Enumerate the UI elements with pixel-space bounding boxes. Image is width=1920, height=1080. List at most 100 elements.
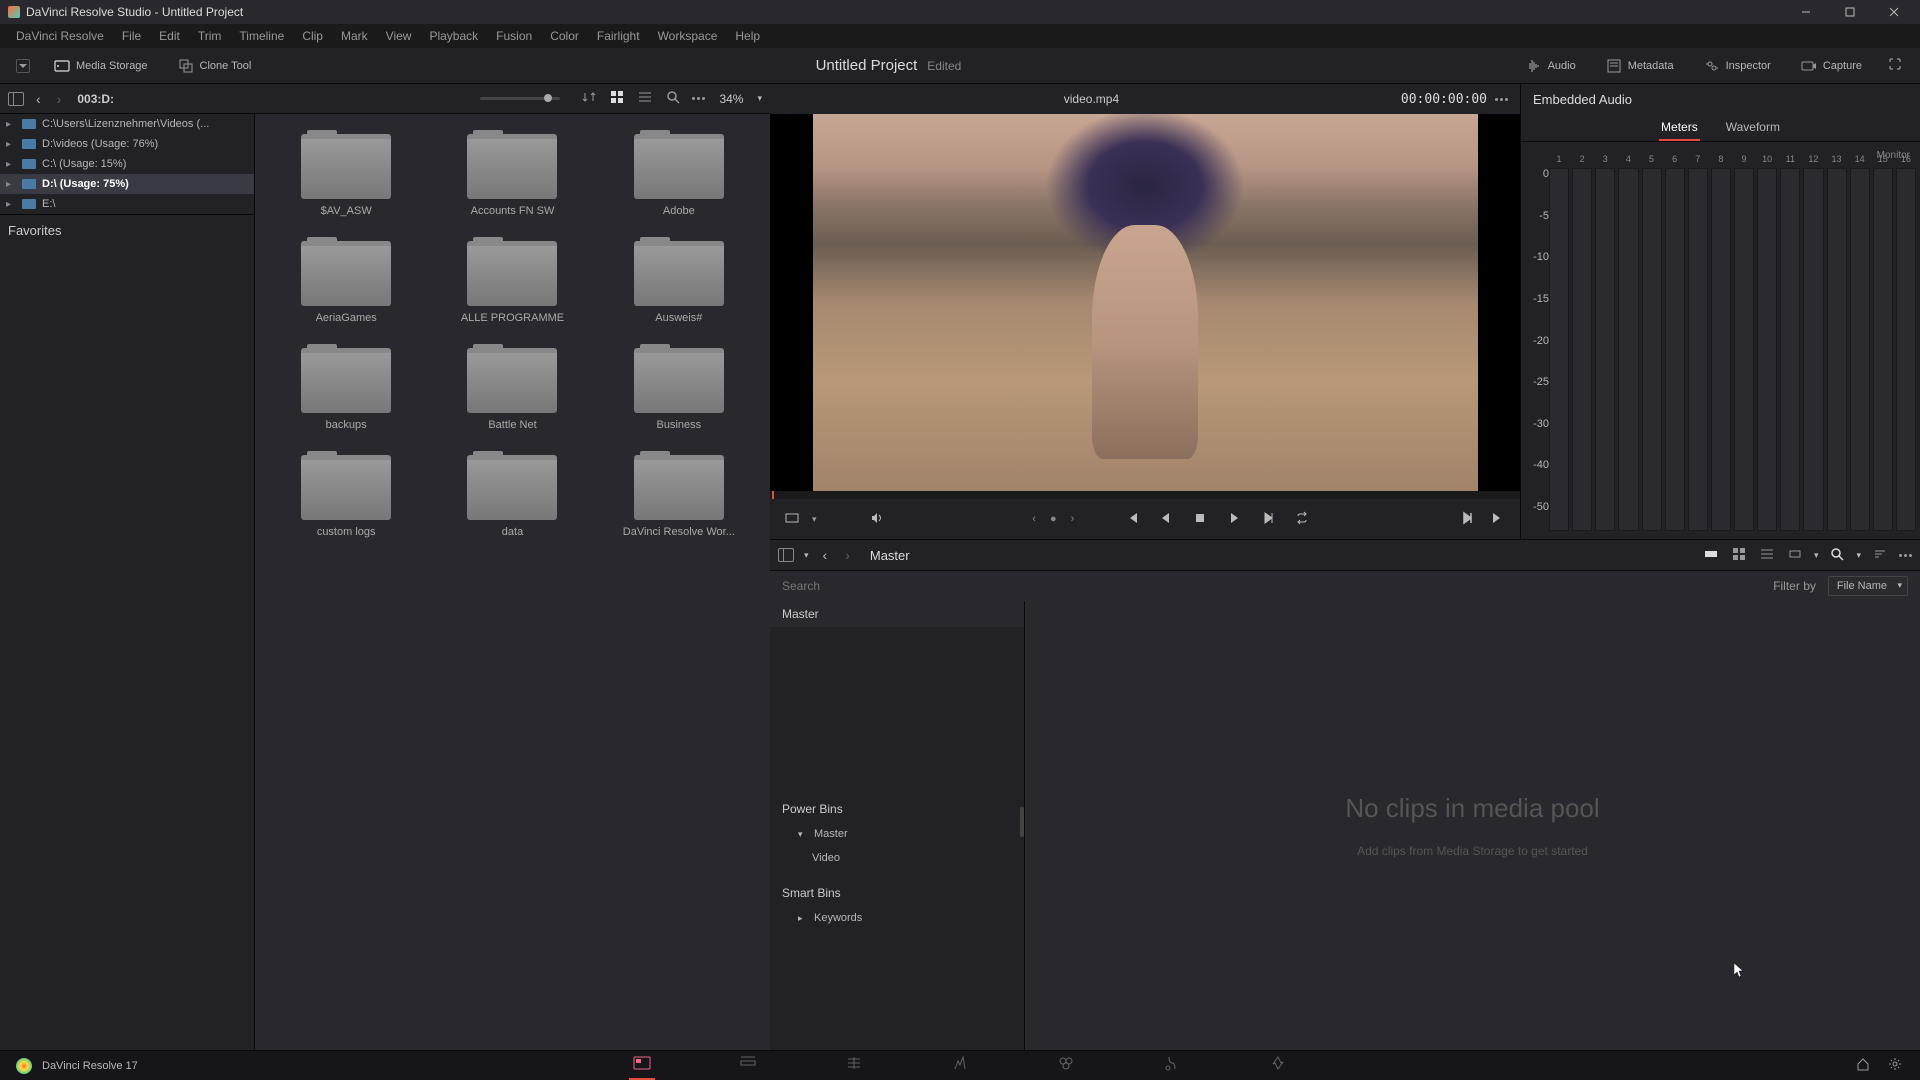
loop-button[interactable] (1292, 508, 1312, 531)
mark-in-out-button[interactable] (782, 508, 802, 531)
pool-sort-icon[interactable] (1871, 545, 1889, 566)
folder-item[interactable]: backups (267, 340, 425, 439)
menu-fusion[interactable]: Fusion (488, 26, 540, 46)
menu-workspace[interactable]: Workspace (650, 26, 726, 46)
folder-item[interactable]: Ausweis# (600, 233, 758, 332)
folder-item[interactable]: AeriaGames (267, 233, 425, 332)
workspace-layout-dropdown[interactable] (16, 59, 30, 73)
clone-tool-button[interactable]: Clone Tool (172, 54, 258, 78)
inspector-button[interactable]: Inspector (1698, 54, 1777, 78)
menu-davinci-resolve[interactable]: DaVinci Resolve (8, 26, 112, 46)
folder-item[interactable]: custom logs (267, 447, 425, 546)
pool-aspect-dropdown[interactable]: ▾ (1814, 550, 1819, 561)
menu-fairlight[interactable]: Fairlight (589, 26, 648, 46)
menu-trim[interactable]: Trim (190, 26, 230, 46)
page-tab-edit[interactable] (841, 1051, 867, 1080)
menu-playback[interactable]: Playback (421, 26, 486, 46)
pool-nav-forward[interactable]: › (841, 545, 854, 565)
pool-aspect-icon[interactable] (1786, 545, 1804, 566)
scrub-bar[interactable] (770, 491, 1520, 499)
minimize-button[interactable] (1788, 2, 1824, 22)
thumbnail-view-icon[interactable] (608, 88, 626, 109)
folder-item[interactable]: Adobe (600, 126, 758, 225)
jog-forward-icon[interactable]: › (1071, 513, 1075, 525)
pool-panel-toggle[interactable] (778, 548, 794, 562)
menu-help[interactable]: Help (727, 26, 768, 46)
zoom-dropdown-icon[interactable]: ▾ (757, 93, 762, 104)
menu-view[interactable]: View (378, 26, 420, 46)
menu-edit[interactable]: Edit (151, 26, 188, 46)
search-icon[interactable] (664, 88, 682, 109)
folder-item[interactable]: Battle Net (433, 340, 591, 439)
capture-button[interactable]: Capture (1795, 54, 1868, 78)
maximize-button[interactable] (1832, 2, 1868, 22)
jog-back-icon[interactable]: ‹ (1032, 513, 1036, 525)
nav-back-button[interactable]: ‹ (32, 89, 45, 109)
tree-item[interactable]: ▸C:\Users\Lizenznehmer\Videos (... (0, 114, 254, 134)
settings-icon[interactable] (1886, 1055, 1904, 1076)
prev-frame-button[interactable] (1156, 508, 1176, 531)
last-frame-button[interactable] (1488, 508, 1508, 531)
playhead-marker[interactable] (772, 491, 774, 499)
menu-mark[interactable]: Mark (333, 26, 376, 46)
pool-list-view-icon[interactable] (1758, 545, 1776, 566)
list-view-icon[interactable] (636, 88, 654, 109)
home-icon[interactable] (1854, 1055, 1872, 1076)
folder-item[interactable]: DaVinci Resolve Wor... (600, 447, 758, 546)
pool-search-dropdown[interactable]: ▾ (1856, 550, 1861, 561)
more-options-icon[interactable] (692, 97, 705, 100)
nav-forward-button[interactable]: › (53, 89, 66, 109)
tab-waveform[interactable]: Waveform (1724, 115, 1782, 141)
folder-item[interactable]: $AV_ASW (267, 126, 425, 225)
power-bin-master[interactable]: ▾Master (770, 822, 1024, 846)
play-button[interactable] (1224, 508, 1244, 531)
tree-item[interactable]: ▸E:\ (0, 194, 254, 214)
power-bin-video[interactable]: Video (770, 846, 1024, 870)
page-tab-cut[interactable] (735, 1051, 761, 1080)
pool-dropdown-icon[interactable]: ▾ (804, 550, 809, 561)
menu-color[interactable]: Color (542, 26, 587, 46)
folder-item[interactable]: Business (600, 340, 758, 439)
media-storage-button[interactable]: Media Storage (48, 54, 154, 78)
folder-item[interactable]: data (433, 447, 591, 546)
menu-timeline[interactable]: Timeline (231, 26, 292, 46)
tree-item[interactable]: ▸D:\videos (Usage: 76%) (0, 134, 254, 154)
expand-icon[interactable] (1886, 55, 1904, 76)
menu-file[interactable]: File (114, 26, 149, 46)
panel-toggle-button[interactable] (8, 92, 24, 106)
viewer-options-icon[interactable] (1495, 98, 1508, 101)
page-tab-media[interactable] (629, 1051, 655, 1080)
folder-item[interactable]: Accounts FN SW (433, 126, 591, 225)
viewer-canvas[interactable] (770, 114, 1520, 491)
pool-nav-back[interactable]: ‹ (819, 545, 832, 565)
mark-dropdown-icon[interactable]: ▾ (812, 514, 817, 525)
next-frame-button[interactable] (1258, 508, 1278, 531)
pool-tree-master[interactable]: Master (770, 601, 1024, 627)
resize-handle[interactable] (1020, 807, 1024, 837)
tree-item[interactable]: ▸D:\ (Usage: 75%) (0, 174, 254, 194)
page-tab-fairlight[interactable] (1159, 1051, 1185, 1080)
metadata-button[interactable]: Metadata (1600, 54, 1680, 78)
menu-clip[interactable]: Clip (294, 26, 331, 46)
pool-options-icon[interactable] (1899, 554, 1912, 557)
search-input[interactable] (782, 579, 1761, 593)
pool-search-icon[interactable] (1828, 545, 1846, 566)
first-frame-button[interactable] (1122, 508, 1142, 531)
thumbnail-size-slider[interactable] (480, 97, 560, 100)
folder-grid[interactable]: $AV_ASW Accounts FN SW Adobe AeriaGames … (255, 114, 770, 1050)
page-tab-fusion[interactable] (947, 1051, 973, 1080)
folder-item[interactable]: ALLE PROGRAMME (433, 233, 591, 332)
tab-meters[interactable]: Meters (1659, 115, 1700, 141)
pool-thumbnail-view-icon[interactable] (1730, 545, 1748, 566)
next-clip-button[interactable] (1458, 508, 1478, 531)
sort-icon[interactable] (580, 88, 598, 109)
mute-button[interactable] (867, 508, 887, 531)
close-button[interactable] (1876, 2, 1912, 22)
stop-button[interactable] (1190, 508, 1210, 531)
smart-bin-keywords[interactable]: ▸Keywords (770, 906, 1024, 930)
audio-button[interactable]: Audio (1520, 54, 1582, 78)
page-tab-deliver[interactable] (1265, 1051, 1291, 1080)
filter-select[interactable]: File Name ▾ (1828, 576, 1908, 596)
page-tab-color[interactable] (1053, 1051, 1079, 1080)
tree-item[interactable]: ▸C:\ (Usage: 15%) (0, 154, 254, 174)
